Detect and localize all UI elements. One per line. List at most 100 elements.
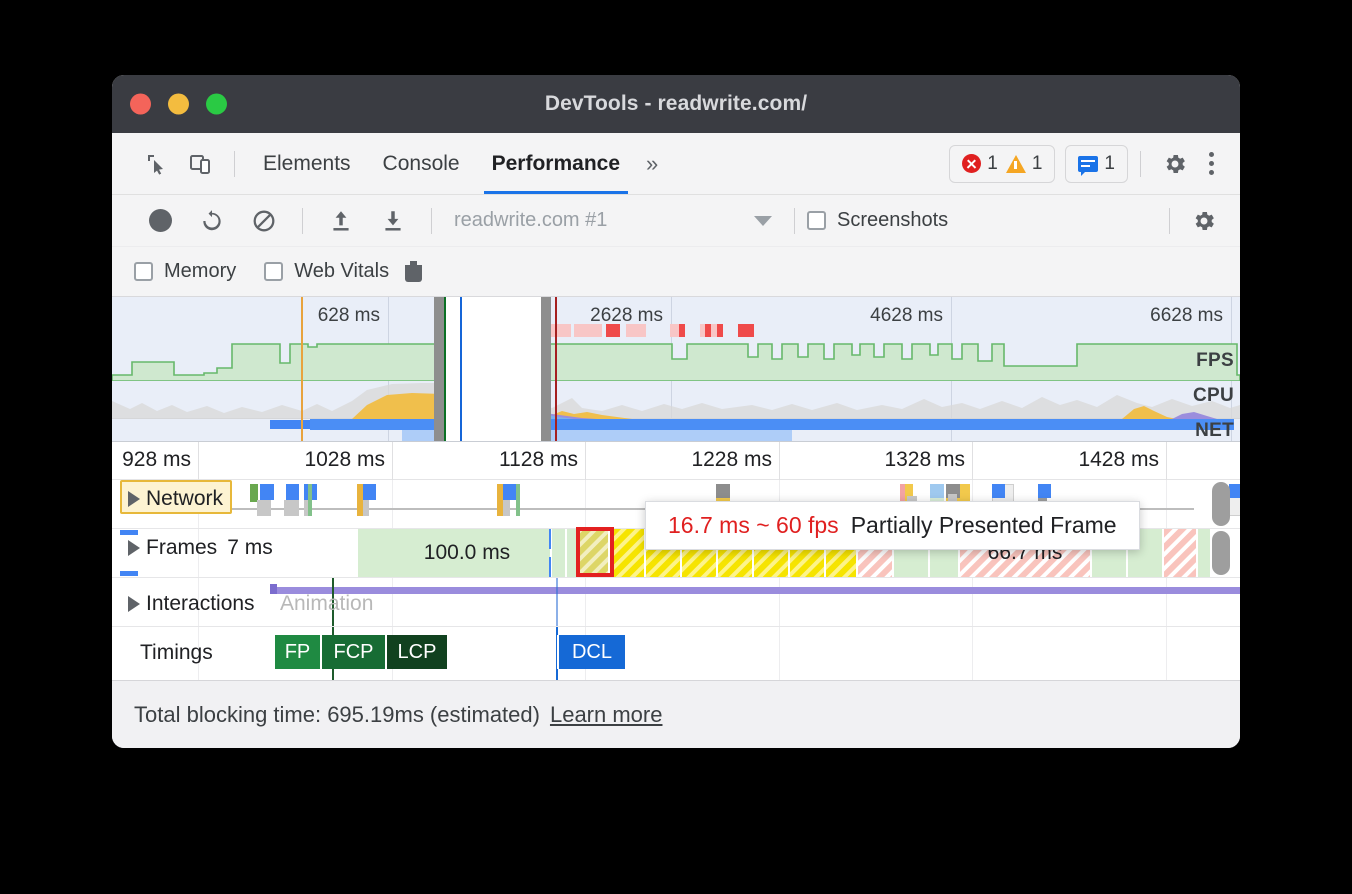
record-button[interactable] [134, 199, 186, 243]
frame-tick [549, 557, 551, 577]
network-request[interactable] [257, 500, 271, 516]
network-request[interactable] [284, 500, 299, 516]
message-counter[interactable]: 1 [1065, 145, 1128, 183]
recording-session-select[interactable]: readwrite.com #1 [454, 209, 754, 232]
devtools-window: DevTools - readwrite.com/ Elements [112, 75, 1240, 748]
tabbar-divider-2 [1140, 151, 1141, 177]
performance-controls-toolbar: readwrite.com #1 Screenshots [112, 195, 1240, 247]
screenshots-checkbox[interactable]: Screenshots [807, 209, 948, 232]
network-request[interactable] [503, 484, 516, 500]
network-request[interactable] [260, 484, 274, 500]
load-tick [556, 578, 558, 626]
maximize-button[interactable] [206, 94, 227, 115]
web-vitals-label: Web Vitals [294, 260, 389, 283]
inspect-cursor-icon[interactable] [134, 142, 178, 186]
frames-overlay-duration: 7 ms [227, 536, 273, 560]
timeline-tick-label: 928 ms [122, 448, 198, 472]
network-request[interactable] [992, 484, 1005, 498]
net-band-label: NET [1195, 420, 1234, 442]
network-request[interactable] [363, 500, 369, 516]
save-profile-button[interactable] [367, 199, 419, 243]
ruler-gridline [972, 442, 973, 480]
network-track-label: Network [146, 487, 223, 511]
expand-triangle-icon[interactable] [128, 540, 140, 556]
timings-track-header[interactable]: Timings [112, 641, 213, 665]
network-request[interactable] [363, 484, 376, 500]
timeline-tick-label: 1128 ms [499, 448, 585, 472]
network-request[interactable] [1038, 484, 1051, 498]
network-request[interactable] [1229, 484, 1240, 498]
interactions-track-label: Interactions [146, 592, 255, 616]
tab-console[interactable]: Console [367, 133, 476, 194]
timeline-tick-label: 1028 ms [304, 448, 392, 472]
learn-more-link[interactable]: Learn more [550, 702, 663, 728]
network-request[interactable] [930, 484, 944, 498]
frames-track-selection-bottom [120, 571, 138, 576]
interactions-track[interactable]: Interactions Animation [112, 578, 1240, 626]
frame-duration-label: 100.0 ms [424, 541, 510, 565]
load-profile-button[interactable] [315, 199, 367, 243]
timeline-tracks[interactable]: Network [112, 480, 1240, 698]
animation-bar[interactable] [274, 587, 1240, 594]
timing-chip-dcl[interactable]: DCL [557, 635, 625, 669]
toolbar-divider [234, 151, 235, 177]
total-blocking-time-text: Total blocking time: 695.19ms (estimated… [134, 702, 540, 728]
warning-counter[interactable]: 1 [1006, 153, 1043, 175]
memory-checkbox-box[interactable] [134, 262, 153, 281]
ruler-gridline [1166, 442, 1167, 480]
minimize-button[interactable] [168, 94, 189, 115]
overview-tick-label: 628 ms [318, 305, 388, 327]
timing-chip-lcp[interactable]: LCP [385, 635, 447, 669]
animation-bar-start-cap [270, 584, 277, 594]
net-request-bar [270, 420, 310, 429]
tooltip-description: Partially Presented Frame [851, 512, 1117, 539]
memory-checkbox[interactable]: Memory [134, 260, 236, 283]
kebab-menu-icon[interactable] [1197, 152, 1226, 175]
devtools-tabbar: Elements Console Performance » 1 1 1 [112, 133, 1240, 195]
chevron-double-right-icon[interactable]: » [636, 151, 668, 177]
frames-track-selection-top [120, 530, 138, 535]
overview-tick-label: 2628 ms [590, 305, 671, 327]
timings-track-label: Timings [140, 641, 213, 665]
trash-icon[interactable] [405, 261, 422, 282]
frames-track-resize-handle[interactable] [1212, 531, 1230, 575]
device-toolbar-icon[interactable] [178, 142, 222, 186]
tab-performance[interactable]: Performance [476, 133, 636, 194]
frames-track-header[interactable]: Frames 7 ms [112, 536, 273, 560]
issue-counters[interactable]: 1 1 [949, 145, 1055, 183]
network-request[interactable] [503, 500, 510, 516]
web-vitals-checkbox-box[interactable] [264, 262, 283, 281]
network-request[interactable] [516, 484, 520, 516]
message-count: 1 [1104, 153, 1115, 175]
network-request[interactable] [308, 484, 312, 516]
timeline-overview[interactable]: 628 ms 2628 ms 4628 ms 6628 ms FPS CPU N… [112, 297, 1240, 442]
timing-chip-fcp[interactable]: FCP [320, 635, 385, 669]
animation-event-label: Animation [280, 592, 373, 616]
controls-divider-2 [431, 208, 432, 234]
reload-and-record-button[interactable] [186, 199, 238, 243]
screenshots-checkbox-box[interactable] [807, 211, 826, 230]
timing-chip-fp[interactable]: FP [273, 635, 320, 669]
chevron-down-icon[interactable] [754, 216, 772, 226]
close-button[interactable] [130, 94, 151, 115]
selected-frame-highlight[interactable] [576, 527, 614, 577]
network-track-header[interactable]: Network [112, 487, 223, 511]
network-request[interactable] [286, 484, 299, 500]
timeline-ruler[interactable]: 928 ms 1028 ms 1128 ms 1228 ms 1328 ms 1… [112, 442, 1240, 480]
error-counter[interactable]: 1 [962, 153, 998, 175]
window-titlebar: DevTools - readwrite.com/ [112, 75, 1240, 133]
interactions-track-header[interactable]: Interactions [112, 592, 255, 616]
network-request[interactable] [716, 484, 730, 498]
frames-track-label: Frames [146, 536, 217, 560]
expand-triangle-icon[interactable] [128, 491, 140, 507]
tab-elements[interactable]: Elements [247, 133, 367, 194]
gear-icon[interactable] [1153, 142, 1197, 186]
timings-track[interactable]: FP FCP LCP DCL Timings [112, 627, 1240, 687]
web-vitals-checkbox[interactable]: Web Vitals [264, 260, 389, 283]
timeline-tick-label: 1228 ms [691, 448, 779, 472]
network-track-resize-handle[interactable] [1212, 482, 1230, 526]
capture-settings-gear-icon[interactable] [1182, 199, 1226, 243]
clear-recording-button[interactable] [238, 199, 290, 243]
expand-triangle-icon[interactable] [128, 596, 140, 612]
fps-chart [112, 335, 1240, 381]
